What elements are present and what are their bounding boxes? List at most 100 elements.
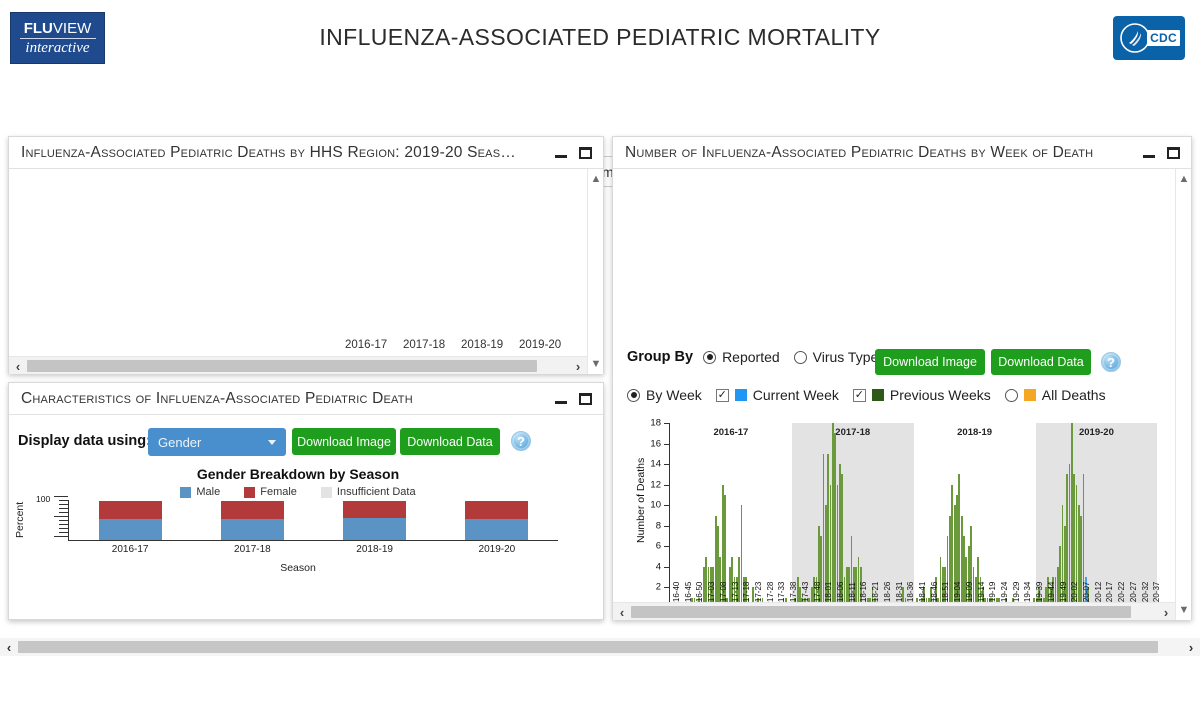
gender-chart-category-label: 2018-19 [340, 544, 410, 555]
map-horizontal-scrollbar[interactable]: ‹ › [9, 356, 587, 374]
radio-icon[interactable] [627, 389, 640, 402]
radio-icon[interactable] [794, 351, 807, 364]
characteristics-maximize-button[interactable] [575, 389, 595, 409]
legend-swatch [244, 487, 255, 498]
week-download-image-button[interactable]: Download Image [875, 349, 985, 375]
legend-swatch [180, 487, 191, 498]
gender-chart-category-label: 2017-18 [217, 544, 287, 555]
cdc-logo: CDC [1113, 16, 1185, 60]
map-hscroll-thumb[interactable] [27, 360, 537, 372]
week-chart-ytick [664, 485, 670, 486]
scroll-down-icon[interactable]: ▼ [588, 356, 603, 372]
scroll-left-icon[interactable]: ‹ [9, 357, 27, 374]
week-chart-ytick-label: 18 [650, 418, 661, 429]
scroll-left-icon[interactable]: ‹ [613, 603, 631, 620]
scroll-right-icon[interactable]: › [1157, 603, 1175, 620]
characteristics-panel-title: Characteristics of Influenza-Associated … [21, 390, 547, 408]
week-maximize-button[interactable] [1163, 143, 1183, 163]
group-by-option-label: Virus Type [813, 349, 879, 365]
gender-bar-segment [465, 519, 528, 540]
view-option-previous-weeks[interactable]: ✓ Previous Weeks [853, 387, 991, 403]
characteristics-minimize-button[interactable] [551, 389, 571, 409]
season-slider-ticks: 2016-17 2017-18 2018-19 2019-20 [323, 339, 571, 353]
gender-bar-segment [99, 519, 162, 540]
week-of-death-chart: Number of Deaths 0246810121416182016-172… [625, 415, 1155, 620]
season-band-label: 2016-17 [670, 427, 792, 438]
radio-icon[interactable] [703, 351, 716, 364]
week-hscroll-thumb[interactable] [631, 606, 1131, 618]
page-horizontal-scrollbar[interactable]: ‹ › [0, 638, 1200, 656]
week-chart-ytick-label: 10 [650, 500, 661, 511]
legend-item: Insufficient Data [321, 486, 416, 498]
checkbox-icon[interactable]: ✓ [853, 389, 866, 402]
scroll-right-icon[interactable]: › [569, 357, 587, 374]
week-chart-ytick-label: 8 [656, 520, 661, 531]
week-download-data-button[interactable]: Download Data [991, 349, 1091, 375]
gender-bar-segment [99, 501, 162, 519]
season-band-label: 2017-18 [792, 427, 914, 438]
global-toolbar: Select up to 4 Seasons Choose Components… [0, 75, 1200, 130]
week-chart-plot-area: 0246810121416182016-172017-182018-192019… [669, 423, 1147, 608]
characteristics-help-icon[interactable]: ? [511, 431, 531, 451]
page-hscroll-thumb[interactable] [18, 641, 1158, 653]
map-vertical-scrollbar[interactable]: ▲ ▼ [587, 169, 603, 374]
week-chart-ytick [664, 526, 670, 527]
map-panel-title: Influenza-Associated Pediatric Deaths by… [21, 144, 547, 162]
scroll-right-icon[interactable]: › [1182, 638, 1200, 656]
legend-item: Male [180, 486, 220, 498]
logo-divider [20, 38, 96, 39]
gender-bar-segment [343, 501, 406, 518]
checkbox-icon[interactable]: ✓ [716, 389, 729, 402]
group-by-option-virus-type[interactable]: Virus Type [794, 349, 879, 365]
week-horizontal-scrollbar[interactable]: ‹ › [613, 602, 1175, 620]
gender-chart-title: Gender Breakdown by Season [0, 466, 596, 482]
week-chart-ytick-label: 2 [656, 582, 661, 593]
week-minimize-button[interactable] [1139, 143, 1159, 163]
view-option-label: Previous Weeks [890, 387, 991, 403]
gender-chart-yticks [48, 496, 68, 540]
characteristics-download-data-button[interactable]: Download Data [400, 428, 500, 455]
view-option-all-deaths[interactable]: All Deaths [1005, 387, 1106, 403]
characteristics-download-image-button[interactable]: Download Image [292, 428, 396, 455]
week-chart-ytick [664, 587, 670, 588]
view-option-by-week[interactable]: By Week [627, 387, 702, 403]
scroll-up-icon[interactable]: ▲ [1176, 171, 1191, 187]
hhs-swoosh-icon [1119, 22, 1151, 59]
app-header: FLUVIEW interactive INFLUENZA-ASSOCIATED… [0, 0, 1200, 75]
legend-label: Male [196, 486, 220, 498]
week-panel-body: Group By Reported Virus Type Download Im… [613, 169, 1191, 620]
fluview-page: FLUVIEW interactive INFLUENZA-ASSOCIATED… [0, 0, 1200, 720]
view-option-current-week[interactable]: ✓ Current Week [716, 387, 839, 403]
chevron-down-icon [268, 440, 276, 445]
previous-weeks-swatch [872, 389, 884, 401]
group-by-option-reported[interactable]: Reported [703, 349, 780, 365]
scroll-down-icon[interactable]: ▼ [1176, 602, 1191, 618]
gender-bar [465, 501, 528, 540]
gender-chart-plot: Percent 100 2016-172017-182018-192019-20… [18, 500, 578, 572]
week-help-icon[interactable]: ? [1101, 352, 1121, 372]
gender-bar [221, 501, 284, 540]
group-by-label: Group By [627, 349, 693, 365]
view-options-row: By Week ✓ Current Week ✓ Previous Weeks … [627, 387, 1120, 403]
week-chart-ytick-label: 14 [650, 459, 661, 470]
display-data-select[interactable]: Gender [148, 428, 286, 456]
group-by-row: Group By Reported Virus Type [627, 349, 892, 365]
season-tick-3: 2019-20 [519, 339, 561, 351]
legend-label: Insufficient Data [337, 486, 416, 498]
map-maximize-button[interactable] [575, 143, 595, 163]
gender-chart-category-label: 2016-17 [95, 544, 165, 555]
scroll-left-icon[interactable]: ‹ [0, 638, 18, 656]
gender-bar [99, 501, 162, 540]
scroll-up-icon[interactable]: ▲ [588, 171, 603, 187]
week-chart-ytick [664, 464, 670, 465]
map-panel-body: Download Image Download Data ? 2016-17 2… [9, 169, 603, 374]
week-vertical-scrollbar[interactable]: ▲ ▼ [1175, 169, 1191, 620]
week-chart-ytick-label: 12 [650, 479, 661, 490]
season-tick-0: 2016-17 [345, 339, 387, 351]
characteristics-panel-header: Characteristics of Influenza-Associated … [9, 383, 603, 415]
view-option-label: Current Week [753, 387, 839, 403]
radio-icon[interactable] [1005, 389, 1018, 402]
map-panel-header: Influenza-Associated Pediatric Deaths by… [9, 137, 603, 169]
map-minimize-button[interactable] [551, 143, 571, 163]
season-band-label: 2019-20 [1036, 427, 1158, 438]
